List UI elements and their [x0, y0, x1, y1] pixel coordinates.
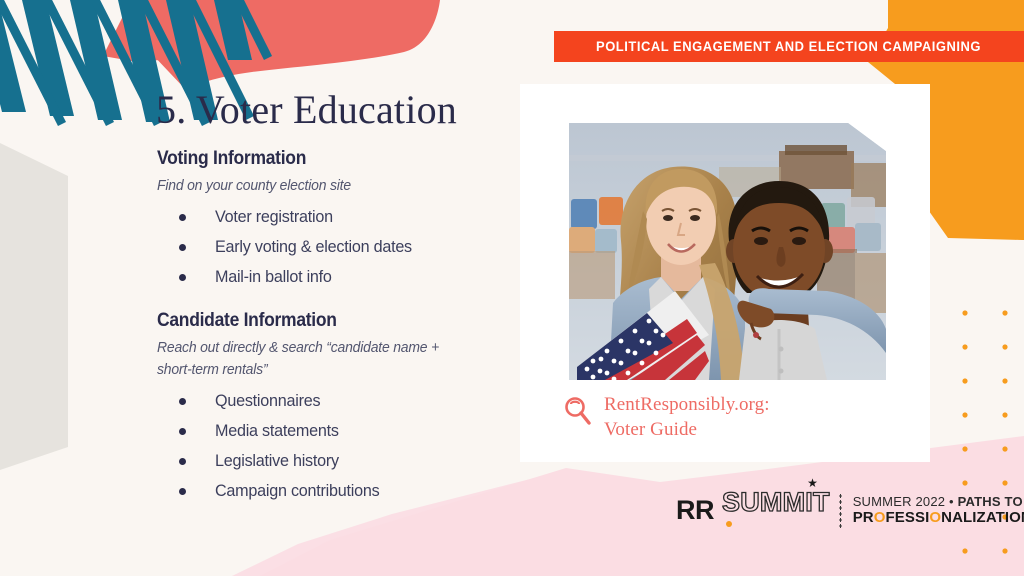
- tagline-word-post: NALIZATION: [941, 509, 1024, 527]
- tagline-word-mid: FESSI: [885, 509, 930, 527]
- list-item-label: Voter registration: [215, 207, 333, 227]
- footer-logo-lockup: RR ★ SUMMIT SUMMER 2022 • PATHS TO PROFE…: [676, 477, 1024, 532]
- tagline-bullet-icon: •: [949, 493, 954, 509]
- bullet-dot-icon: [179, 487, 186, 495]
- list-item: Questionnaires: [157, 386, 487, 416]
- slide-canvas: POLITICAL ENGAGEMENT AND ELECTION CAMPAI…: [0, 0, 1024, 576]
- voter-guide-link-text[interactable]: RentResponsibly.org: Voter Guide: [604, 392, 770, 442]
- section-candidate-information: Candidate Information Reach out directly…: [157, 310, 487, 506]
- section-heading: Voting Information: [157, 148, 307, 169]
- list-item: Campaign contributions: [157, 476, 487, 506]
- magnifying-glass-icon: [563, 396, 591, 431]
- list-item-label: Campaign contributions: [215, 480, 380, 500]
- logo-summit-wordmark: ★ SUMMIT: [721, 477, 830, 532]
- coral-blob-shape-2: [152, 0, 440, 90]
- bullet-dot-icon: [179, 427, 186, 435]
- logo-summit-text: SUMMIT: [721, 487, 830, 517]
- bullet-list: Voter registration Early voting & electi…: [157, 202, 487, 292]
- header-banner: POLITICAL ENGAGEMENT AND ELECTION CAMPAI…: [554, 31, 1024, 62]
- bullet-dot-icon: [179, 214, 186, 222]
- section-voting-information: Voting Information Find on your county e…: [157, 148, 487, 292]
- section-heading: Candidate Information: [157, 310, 337, 332]
- dotted-divider: [838, 492, 842, 529]
- orange-dot-icon: [726, 521, 732, 527]
- bullet-dot-icon: [179, 244, 186, 252]
- list-item: Mail-in ballot info: [157, 262, 487, 292]
- bullet-dot-icon: [179, 274, 186, 282]
- photo-two-people-with-flag: [569, 123, 886, 380]
- footer-tagline: SUMMER 2022 • PATHS TO PROFESSIONALIZATI…: [853, 494, 1024, 527]
- tagline-accent-o-2: O: [929, 509, 942, 527]
- bullet-list: Questionnaires Media statements Legislat…: [157, 386, 487, 506]
- bullet-dot-icon: [179, 397, 186, 405]
- list-item-label: Questionnaires: [215, 390, 321, 410]
- list-item-label: Legislative history: [215, 450, 339, 470]
- tagline-season: SUMMER 2022: [852, 493, 946, 509]
- list-item: Voter registration: [157, 202, 487, 232]
- list-item-label: Early voting & election dates: [215, 237, 412, 257]
- list-item-label: Media statements: [215, 420, 339, 440]
- coral-blob-shape: [103, 0, 430, 62]
- link-line-2: Voter Guide: [604, 419, 698, 440]
- gray-polygon-shape: [0, 143, 68, 470]
- orange-shape-right-lower: [952, 62, 1024, 240]
- list-item: Media statements: [157, 416, 487, 446]
- star-icon: ★: [807, 476, 818, 490]
- tagline-word-pre: PR: [852, 509, 874, 527]
- tagline-paths-to: PATHS TO: [957, 493, 1023, 509]
- section-subheading: Reach out directly & search “candidate n…: [157, 339, 440, 378]
- link-line-1: RentResponsibly.org:: [604, 394, 770, 415]
- header-banner-label: POLITICAL ENGAGEMENT AND ELECTION CAMPAI…: [596, 39, 982, 54]
- voter-guide-link[interactable]: RentResponsibly.org: Voter Guide: [563, 392, 770, 442]
- bullet-dot-icon: [179, 457, 186, 465]
- list-item: Early voting & election dates: [157, 232, 487, 262]
- tagline-accent-o: O: [873, 509, 886, 527]
- content-column: Voting Information Find on your county e…: [157, 148, 487, 524]
- section-subheading: Find on your county election site: [157, 177, 351, 194]
- list-item: Legislative history: [157, 446, 487, 476]
- page-title: 5. Voter Education: [156, 87, 457, 132]
- logo-rr-mark: RR: [676, 495, 715, 525]
- list-item-label: Mail-in ballot info: [215, 267, 332, 287]
